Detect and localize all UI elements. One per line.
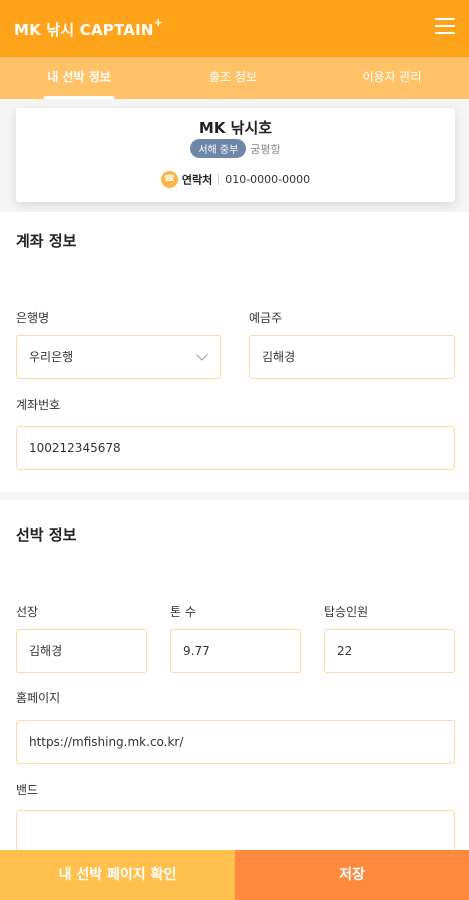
vessel-section: 선박 정보 선장 김해경 톤 수 9.77 탑승인원 22 홈페이지 https… <box>0 500 469 854</box>
holder-label: 예금주 <box>249 311 283 325</box>
contact-row: ☎ 연락처 010-0000-0000 <box>16 171 455 188</box>
tab-my-boat-info[interactable]: 내 선박 정보 <box>44 57 114 99</box>
tab-trip-info[interactable]: 출조 정보 <box>198 57 268 99</box>
tab-user-management[interactable]: 이용자 관리 <box>352 57 432 99</box>
save-button[interactable]: 저장 <box>235 850 469 900</box>
homepage-label: 홈페이지 <box>16 691 61 705</box>
capacity-field[interactable]: 22 <box>324 629 455 673</box>
divider <box>218 174 220 185</box>
boat-name: MK 낚시호 <box>198 119 273 137</box>
account-number-field[interactable]: 100212345678 <box>16 426 455 470</box>
boat-location: 서해 중부 궁평항 <box>16 139 455 158</box>
chevron-down-icon <box>196 349 208 361</box>
tab-bar: 내 선박 정보 출조 정보 이용자 관리 <box>0 57 469 99</box>
app-logo[interactable]: MK 낚시 CAPTAIN+ <box>14 16 163 40</box>
region-badge: 서해 중부 <box>190 139 247 158</box>
bank-select[interactable]: 우리은행 <box>16 335 221 379</box>
captain-label: 선장 <box>16 605 39 619</box>
capacity-label: 탑승인원 <box>324 605 369 619</box>
vessel-section-title: 선박 정보 <box>16 526 77 544</box>
account-section: 계좌 정보 은행명 우리은행 예금주 김해경 계좌번호 100212345678 <box>0 212 469 492</box>
bottom-action-bar: 내 선박 페이지 확인 저장 <box>0 850 469 900</box>
account-number-label: 계좌번호 <box>16 398 61 412</box>
hamburger-menu-icon[interactable] <box>435 18 455 34</box>
view-my-boat-page-button[interactable]: 내 선박 페이지 확인 <box>0 850 235 900</box>
account-section-title: 계좌 정보 <box>16 232 77 250</box>
band-label: 밴드 <box>16 783 39 797</box>
holder-field[interactable]: 김해경 <box>249 335 455 379</box>
tonnage-field[interactable]: 9.77 <box>170 629 301 673</box>
contact-phone: 010-0000-0000 <box>225 173 311 186</box>
tonnage-label: 톤 수 <box>170 605 196 619</box>
band-field[interactable] <box>16 810 455 854</box>
boat-summary-card: MK 낚시호 서해 중부 궁평항 ☎ 연락처 010-0000-0000 <box>16 108 455 202</box>
contact-label: 연락처 <box>181 173 213 187</box>
bank-label: 은행명 <box>16 311 50 325</box>
app-header: MK 낚시 CAPTAIN+ <box>0 0 469 57</box>
captain-field[interactable]: 김해경 <box>16 629 147 673</box>
homepage-field[interactable]: https://mfishing.mk.co.kr/ <box>16 720 455 764</box>
phone-icon: ☎ <box>160 171 178 188</box>
port-name: 궁평항 <box>250 143 281 156</box>
